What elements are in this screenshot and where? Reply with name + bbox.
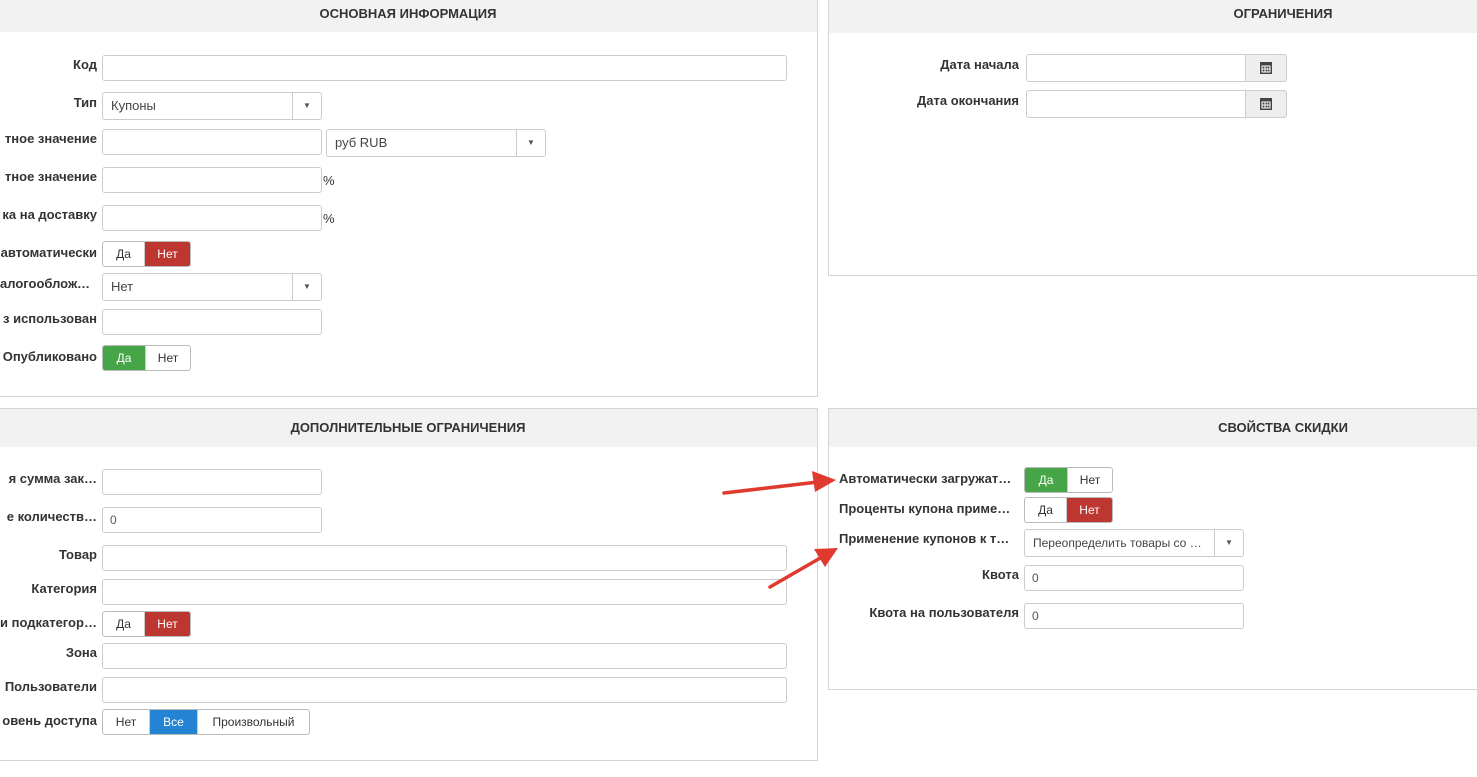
zone-label: Зона (65, 645, 97, 660)
subcategories-toggle[interactable]: Да Нет (102, 611, 191, 637)
published-no-button[interactable]: Нет (146, 346, 190, 370)
min-qty-input[interactable]: 0 (102, 507, 322, 533)
access-all-button[interactable]: Все (150, 710, 198, 734)
user-quota-input[interactable]: 0 (1024, 603, 1244, 629)
access-level-label: овень доступа (2, 713, 97, 728)
calendar-icon (1260, 98, 1272, 110)
code-input[interactable] (102, 55, 787, 81)
tax-label: алогообложе… (0, 276, 97, 291)
end-date-input[interactable] (1026, 90, 1246, 118)
published-label: Опубликовано (2, 349, 97, 364)
auto-yes-button[interactable]: Да (103, 242, 145, 266)
apply-coupons-select-value: Переопределить товары со … (1033, 536, 1202, 550)
min-qty-label: е количеств… (6, 509, 97, 524)
calendar-icon (1260, 62, 1272, 74)
product-label: Товар (58, 547, 97, 562)
type-select[interactable]: Купоны ▼ (102, 92, 322, 120)
start-date-input[interactable] (1026, 54, 1246, 82)
autoload-no-button[interactable]: Нет (1068, 468, 1112, 492)
fixed-value-input[interactable] (102, 129, 322, 155)
panel-title: ОСНОВНАЯ ИНФОРМАЦИЯ (0, 0, 817, 32)
auto-no-button[interactable]: Нет (145, 242, 190, 266)
autoload-yes-button[interactable]: Да (1025, 468, 1068, 492)
apply-coupons-label: Применение купонов к т… (839, 531, 1010, 546)
user-quota-label: Квота на пользователя (869, 605, 1019, 620)
percent-value-label: тное значение (4, 169, 97, 184)
code-label: Код (73, 57, 97, 72)
product-input[interactable] (102, 545, 787, 571)
access-level-toggle[interactable]: Нет Все Произвольный (102, 709, 310, 735)
fixed-value-label: тное значение (4, 131, 97, 146)
tax-select[interactable]: Нет ▼ (102, 273, 322, 301)
shipping-discount-input[interactable] (102, 205, 322, 231)
chevron-down-icon: ▼ (1214, 530, 1243, 556)
quota-label: Квота (982, 567, 1019, 582)
min-sum-label: я сумма зак… (8, 471, 97, 486)
type-label: Тип (73, 95, 97, 110)
tax-select-value: Нет (111, 279, 134, 294)
auto-toggle[interactable]: Да Нет (102, 241, 191, 267)
access-custom-button[interactable]: Произвольный (198, 710, 309, 734)
end-date-calendar-button[interactable] (1245, 90, 1287, 118)
subcategories-yes-button[interactable]: Да (103, 612, 145, 636)
published-toggle[interactable]: Да Нет (102, 345, 191, 371)
panel-title: ДОПОЛНИТЕЛЬНЫЕ ОГРАНИЧЕНИЯ (0, 409, 817, 447)
quota-input[interactable]: 0 (1024, 565, 1244, 591)
end-date-label: Дата окончания (917, 93, 1019, 108)
type-select-value: Купоны (111, 98, 156, 113)
chevron-down-icon: ▼ (292, 274, 321, 300)
zone-input[interactable] (102, 643, 787, 669)
uses-label: з использован (3, 311, 97, 326)
percent-sign: % (323, 173, 335, 188)
autoload-label: Автоматически загружат… (839, 471, 1012, 486)
auto-label: автоматически (0, 245, 97, 260)
percent-apply-label: Проценты купона приме… (839, 501, 1011, 516)
percent-apply-no-button[interactable]: Нет (1067, 498, 1112, 522)
start-date-label: Дата начала (940, 57, 1019, 72)
chevron-down-icon: ▼ (516, 130, 545, 156)
currency-select[interactable]: руб RUB ▼ (326, 129, 546, 157)
panel-title: ОГРАНИЧЕНИЯ (829, 0, 1477, 33)
published-yes-button[interactable]: Да (103, 346, 146, 370)
percent-sign: % (323, 211, 335, 226)
restrictions-panel: ОГРАНИЧЕНИЯ (828, 0, 1477, 276)
access-none-button[interactable]: Нет (103, 710, 150, 734)
min-sum-input[interactable] (102, 469, 322, 495)
subcategories-label: и подкатегории (0, 615, 97, 630)
start-date-calendar-button[interactable] (1245, 54, 1287, 82)
uses-input[interactable] (102, 309, 322, 335)
chevron-down-icon: ▼ (292, 93, 321, 119)
category-input[interactable] (102, 579, 787, 605)
category-label: Категория (31, 581, 97, 596)
users-input[interactable] (102, 677, 787, 703)
users-label: Пользователи (4, 679, 97, 694)
autoload-toggle[interactable]: Да Нет (1024, 467, 1113, 493)
percent-value-input[interactable] (102, 167, 322, 193)
subcategories-no-button[interactable]: Нет (145, 612, 190, 636)
shipping-discount-label: ка на доставку (2, 207, 97, 222)
percent-apply-yes-button[interactable]: Да (1025, 498, 1067, 522)
percent-apply-toggle[interactable]: Да Нет (1024, 497, 1113, 523)
currency-select-value: руб RUB (335, 135, 388, 150)
apply-coupons-select[interactable]: Переопределить товары со … ▼ (1024, 529, 1244, 557)
panel-title: СВОЙСТВА СКИДКИ (829, 409, 1477, 447)
